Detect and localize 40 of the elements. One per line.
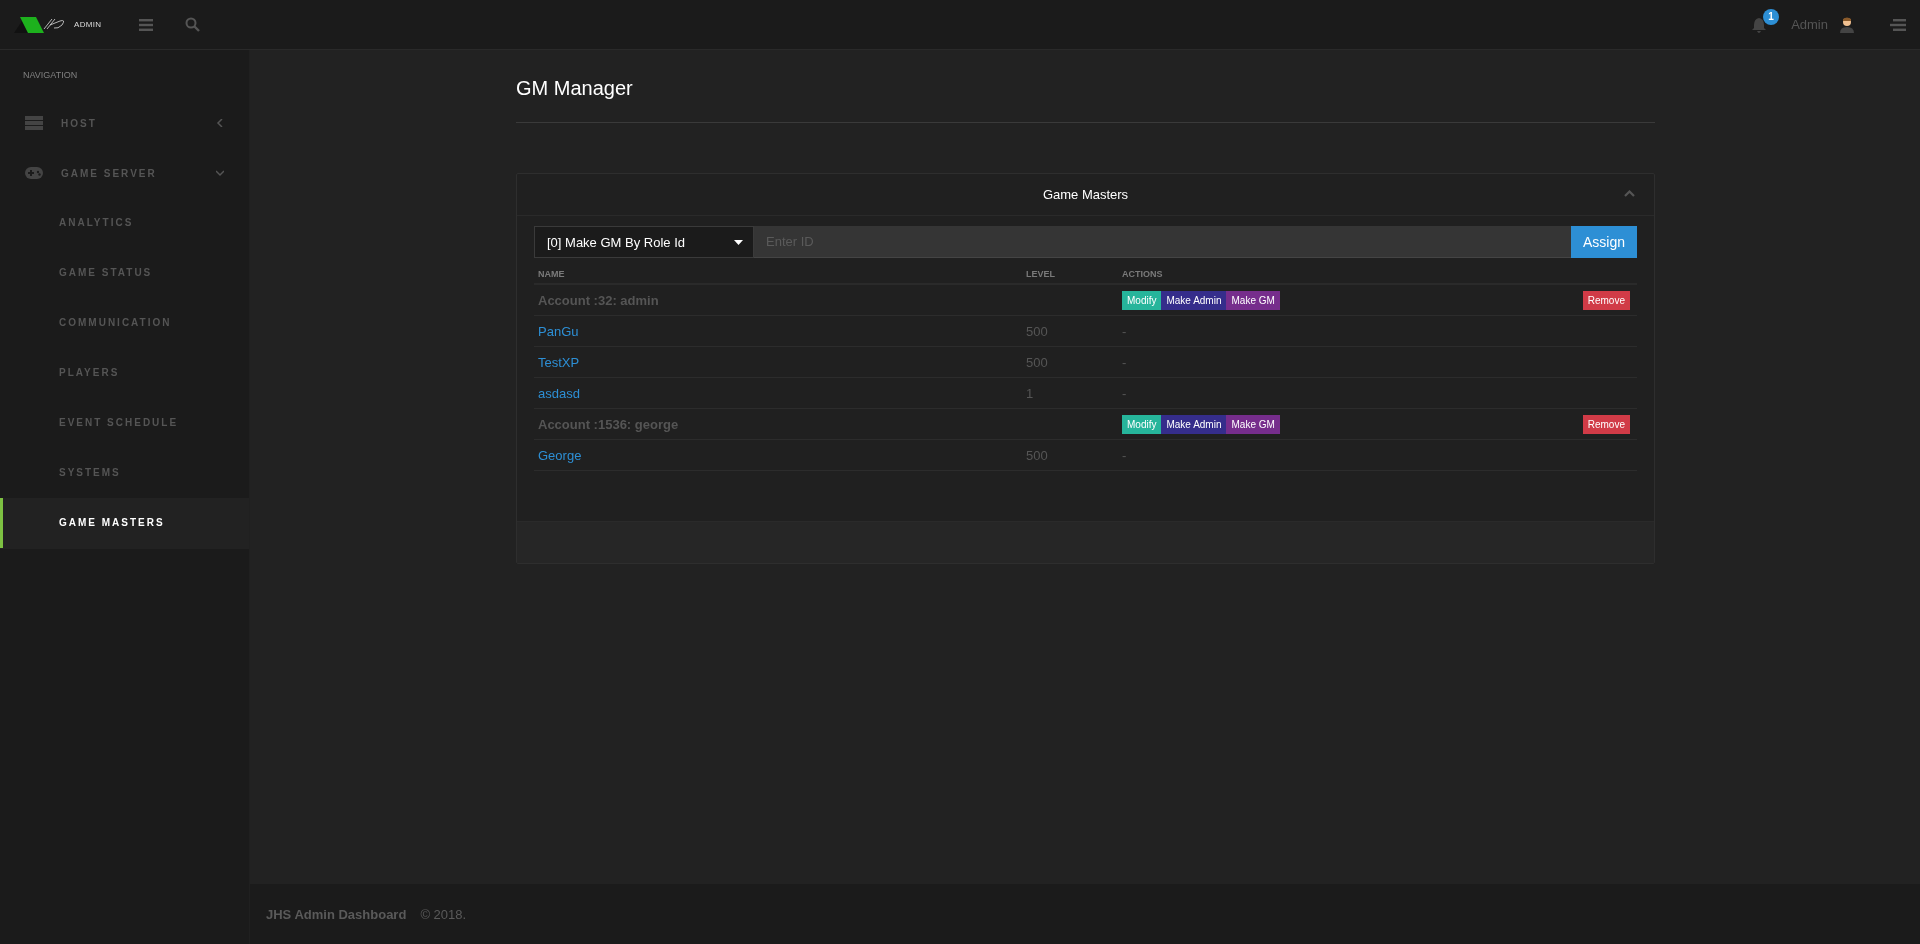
action-cell: -: [1118, 439, 1637, 471]
player-link[interactable]: George: [538, 447, 582, 463]
avatar-icon[interactable]: [1840, 16, 1854, 33]
remove-button[interactable]: Remove: [1582, 414, 1630, 434]
make-admin-button[interactable]: Make Admin: [1161, 414, 1227, 434]
action-cell: -: [1118, 346, 1637, 378]
gamepad-icon: [25, 167, 43, 179]
caret-icon: [734, 239, 743, 245]
remove-button[interactable]: Remove: [1582, 290, 1630, 310]
search-icon[interactable]: [185, 17, 201, 32]
player-link[interactable]: PanGu: [538, 323, 579, 339]
make-admin-button[interactable]: Make Admin: [1161, 290, 1227, 310]
action-cell: -: [1118, 377, 1637, 409]
make-gm-button[interactable]: Make GM: [1226, 290, 1280, 310]
modify-button[interactable]: Modify: [1122, 290, 1162, 310]
column-header: ACTIONS: [1118, 262, 1637, 284]
chevron-up-icon[interactable]: [1624, 190, 1635, 197]
column-header: LEVEL: [1022, 262, 1118, 284]
bell-icon[interactable]: [1751, 16, 1768, 33]
copyright-text: © 2018.: [420, 906, 467, 922]
menu-icon[interactable]: [139, 18, 154, 31]
sidebar-item[interactable]: GAME MASTERS: [0, 498, 249, 548]
column-header: NAME: [534, 262, 1022, 284]
player-link[interactable]: asdasd: [538, 385, 580, 401]
footer-brand: JHS Admin Dashboard: [266, 906, 407, 922]
page-title: GM Manager: [516, 75, 1655, 123]
nav-heading: NAVIGATION: [22, 69, 79, 82]
action-cell: -: [1118, 315, 1637, 347]
server-icon: [25, 116, 43, 130]
notification-badge: 1: [1763, 8, 1780, 25]
mode-select[interactable]: [0] Make GM By Role Id: [534, 226, 754, 258]
menu-icon[interactable]: [1890, 18, 1906, 31]
make-gm-button[interactable]: Make GM: [1226, 414, 1280, 434]
chevron-down-icon: [216, 169, 224, 177]
panel-title: Game Masters: [1042, 187, 1129, 202]
modify-button[interactable]: Modify: [1122, 414, 1162, 434]
logo-text: ADMIN: [74, 20, 102, 29]
assign-button[interactable]: Assign: [1570, 226, 1637, 258]
player-link[interactable]: TestXP: [538, 354, 580, 370]
chevron-left-icon: [216, 119, 224, 127]
